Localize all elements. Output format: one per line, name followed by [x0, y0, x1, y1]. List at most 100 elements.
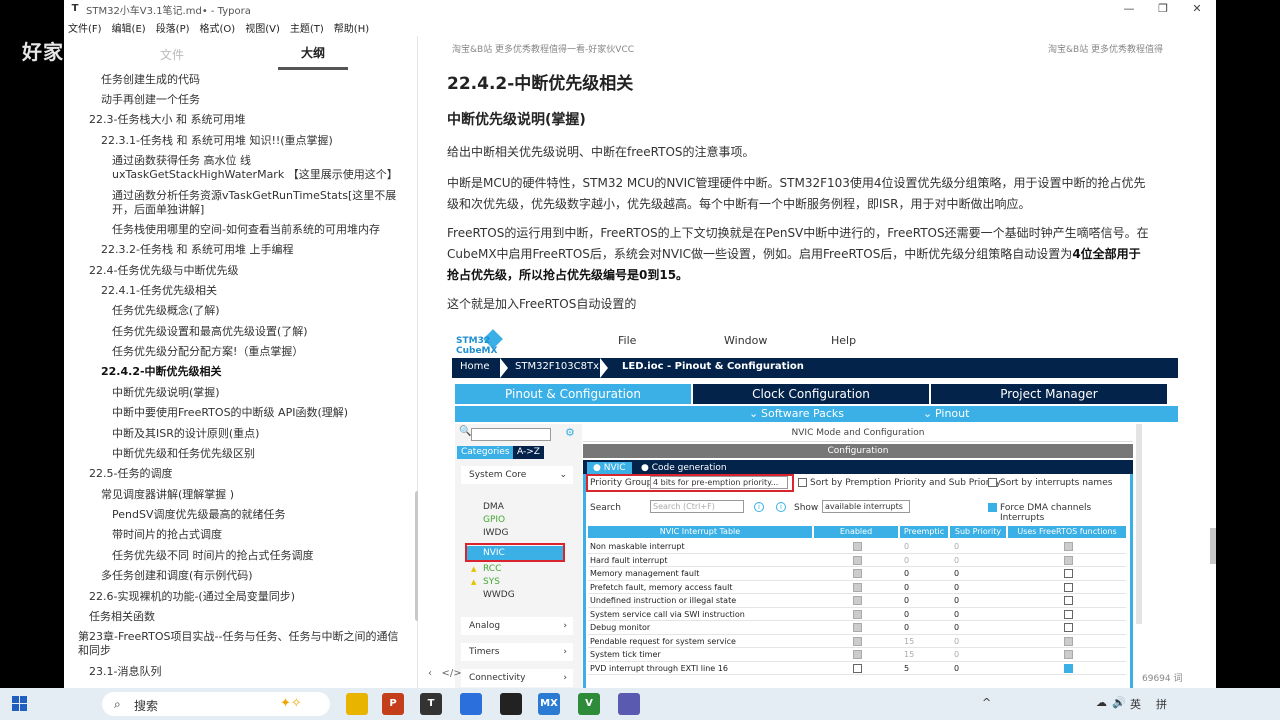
window-title: STM32小车V3.1笔记.md• - Typora [86, 5, 251, 17]
interrupt-name: System service call via SWI instruction [590, 609, 745, 619]
preemption-priority: 0 [904, 555, 910, 565]
enabled-checkbox [853, 569, 862, 578]
minimize-button[interactable]: — [1112, 0, 1146, 18]
col-header-enabled: Enabled [814, 526, 898, 538]
outline-item[interactable]: 通过函数分析任务资源vTaskGetRunTimeStats[这里不展 [112, 189, 396, 203]
paragraph-3: FreeRTOS的运行用到中断，FreeRTOS的上下文切换就是在PenSV中断… [447, 223, 1187, 286]
taskbar-app-explorer[interactable] [346, 693, 368, 715]
tab-outline[interactable]: 大纲 [278, 44, 348, 70]
outline-item[interactable]: 动手再创建一个任务 [101, 93, 200, 107]
taskbar-app-cubemx[interactable]: MX [538, 693, 560, 715]
cloud-icon[interactable]: ☁ [1096, 696, 1107, 709]
chevron-right-icon: › [563, 673, 567, 683]
outline-item[interactable]: 任务优先级概念(了解) [112, 304, 220, 318]
editor-content[interactable]: 淘宝&B站 更多优秀教程值得一看-好家伙VCC 淘宝&B站 更多优秀教程值得 2… [418, 36, 1216, 688]
taskbar-app-obs[interactable] [500, 693, 522, 715]
outline-item[interactable]: 22.4.1-任务优先级相关 [101, 284, 217, 298]
taskbar-app-files[interactable] [618, 693, 640, 715]
crumb-separator [600, 358, 608, 378]
menu-file[interactable]: 文件(F) [68, 20, 102, 35]
outline-item[interactable]: 中断优先级和任务优先级区别 [112, 447, 255, 461]
outline-item[interactable]: 任务优先级不同 时间片的抢占式任务调度 [112, 549, 314, 563]
a-z-tab: A->Z [513, 446, 544, 459]
cubemx-nvic-panel: NVIC Mode and Configuration Configuratio… [583, 424, 1133, 688]
heading-h3: 22.4.2-中断优先级相关 [447, 74, 634, 94]
outline-item[interactable]: 任务栈使用哪里的空间-如何查看当前系统的可用堆内存 [112, 223, 380, 237]
back-arrow-icon[interactable]: ‹ [428, 668, 432, 679]
outline-item[interactable]: 第23章-FreeRTOS项目实战--任务与任务、任务与中断之间的通信 [78, 630, 398, 644]
outline-item[interactable]: 通过函数获得任务 高水位 线 [112, 154, 251, 168]
outline-item[interactable]: 任务优先级设置和最高优先级设置(了解) [112, 325, 308, 339]
outline-item[interactable]: 开，后面单独讲解] [112, 203, 204, 217]
menu-edit[interactable]: 编辑(E) [112, 20, 146, 35]
sub-priority: 0 [954, 555, 960, 565]
outline-item[interactable]: 22.3.2-任务栈 和 系统可用堆 上手编程 [101, 243, 293, 257]
taskbar-app-pictures[interactable] [460, 693, 482, 715]
search-label: Search [590, 503, 621, 513]
page-header-left: 淘宝&B站 更多优秀教程值得一看-好家伙VCC [452, 45, 635, 55]
outline-item[interactable]: 22.5-任务的调度 [89, 467, 172, 481]
outline-item[interactable]: uxTaskGetStackHighWaterMark 【这里展示使用这个】 [112, 168, 398, 182]
typora-app-icon: T [71, 3, 79, 14]
sub-priority: 0 [954, 582, 960, 592]
outline-item[interactable]: 任务相关函数 [89, 610, 155, 624]
content-scrollbar[interactable] [1210, 528, 1216, 564]
input-method[interactable]: 拼 [1156, 696, 1167, 712]
watermark: 好家伙VCC [22, 40, 133, 64]
maximize-button[interactable]: ❐ [1146, 0, 1180, 18]
outline-item[interactable]: 22.3-任务栈大小 和 系统可用堆 [89, 113, 245, 127]
source-code-icon[interactable]: </> [442, 668, 462, 679]
outline-item[interactable]: 中断中要使用FreeRTOS的中断级 API函数(理解) [112, 406, 348, 420]
volume-icon[interactable]: 🔊 [1112, 696, 1126, 709]
taskbar-app-powerpoint[interactable]: P [382, 693, 404, 715]
outline-item[interactable]: 中断及其ISR的设计原则(重点) [112, 427, 259, 441]
highlight-box-priority-group [586, 474, 794, 492]
info-icon: i [776, 502, 786, 512]
mode-tabs: ● NVIC ● Code generation [583, 460, 1133, 474]
outline-item[interactable]: 多任务创建和调度(有示例代码) [101, 569, 253, 583]
chevron-down-icon: ⌄ [923, 407, 933, 420]
taskbar-search[interactable]: ⌕ 搜索 ✦✧ [102, 692, 330, 716]
menu-paragraph[interactable]: 段落(P) [156, 20, 190, 35]
sort-names-checkbox [988, 478, 997, 487]
force-dma-label: Force DMA channels Interrupts [1000, 503, 1092, 523]
outline-item[interactable]: 带时间片的抢占式调度 [112, 528, 222, 542]
uses-freertos-checkbox [1064, 582, 1073, 592]
peripheral-gpio: GPIO [483, 515, 506, 525]
outline-item[interactable]: 任务创建生成的代码 [101, 73, 200, 87]
sub-priority: 0 [954, 650, 960, 659]
menu-view[interactable]: 视图(V) [245, 20, 280, 35]
tray-overflow-icon[interactable]: ^ [982, 696, 991, 709]
crumb-home: Home [460, 361, 490, 372]
sub-priority: 0 [954, 609, 960, 619]
outline-item[interactable]: 和同步 [78, 644, 111, 658]
outline-item[interactable]: 中断优先级说明(掌握) [112, 386, 220, 400]
menu-theme[interactable]: 主题(T) [290, 20, 324, 35]
enabled-checkbox [853, 650, 862, 659]
outline-item[interactable]: 22.3.1-任务栈 和 系统可用堆 知识!!(重点掌握) [101, 134, 333, 148]
outline-item[interactable]: PendSV调度优先级最高的就绪任务 [112, 508, 285, 522]
outline-item[interactable]: 常见调度器讲解(理解掌握 ) [101, 488, 234, 502]
interrupt-name: Memory management fault [590, 569, 700, 578]
interrupt-name: Undefined instruction or illegal state [590, 596, 737, 605]
close-button[interactable]: ✕ [1180, 0, 1214, 18]
tab-files[interactable]: 文件 [160, 46, 184, 63]
outline-item[interactable]: 23.1-消息队列 [89, 665, 161, 679]
menu-help[interactable]: 帮助(H) [334, 20, 369, 35]
paragraph-1: 给出中断相关优先级说明、中断在freeRTOS的注意事项。 [447, 145, 755, 159]
windows-start-button[interactable] [12, 696, 28, 712]
group-label: Timers [469, 647, 500, 657]
outline-item[interactable]: 22.4-任务优先级与中断优先级 [89, 264, 238, 278]
outline-item[interactable]: 任务优先级分配分配方案!（重点掌握） [112, 345, 303, 359]
word-count: 69694 词 [1142, 674, 1183, 684]
taskbar-app-typora[interactable]: T [420, 693, 442, 715]
group-system-core: System Core ⌄ [461, 466, 573, 484]
outline-item[interactable]: 22.6-实现裸机的功能-(通过全局变量同步) [89, 590, 295, 604]
input-language[interactable]: 英 [1130, 696, 1141, 712]
mode-tab-nvic: ● NVIC [587, 462, 632, 474]
menu-format[interactable]: 格式(O) [200, 20, 236, 35]
taskbar-app-vim[interactable]: V [578, 693, 600, 715]
outline-item-active[interactable]: 22.4.2-中断优先级相关 [101, 365, 222, 379]
cubemx-menu-help: Help [831, 334, 857, 347]
group-label: Analog [469, 621, 501, 631]
